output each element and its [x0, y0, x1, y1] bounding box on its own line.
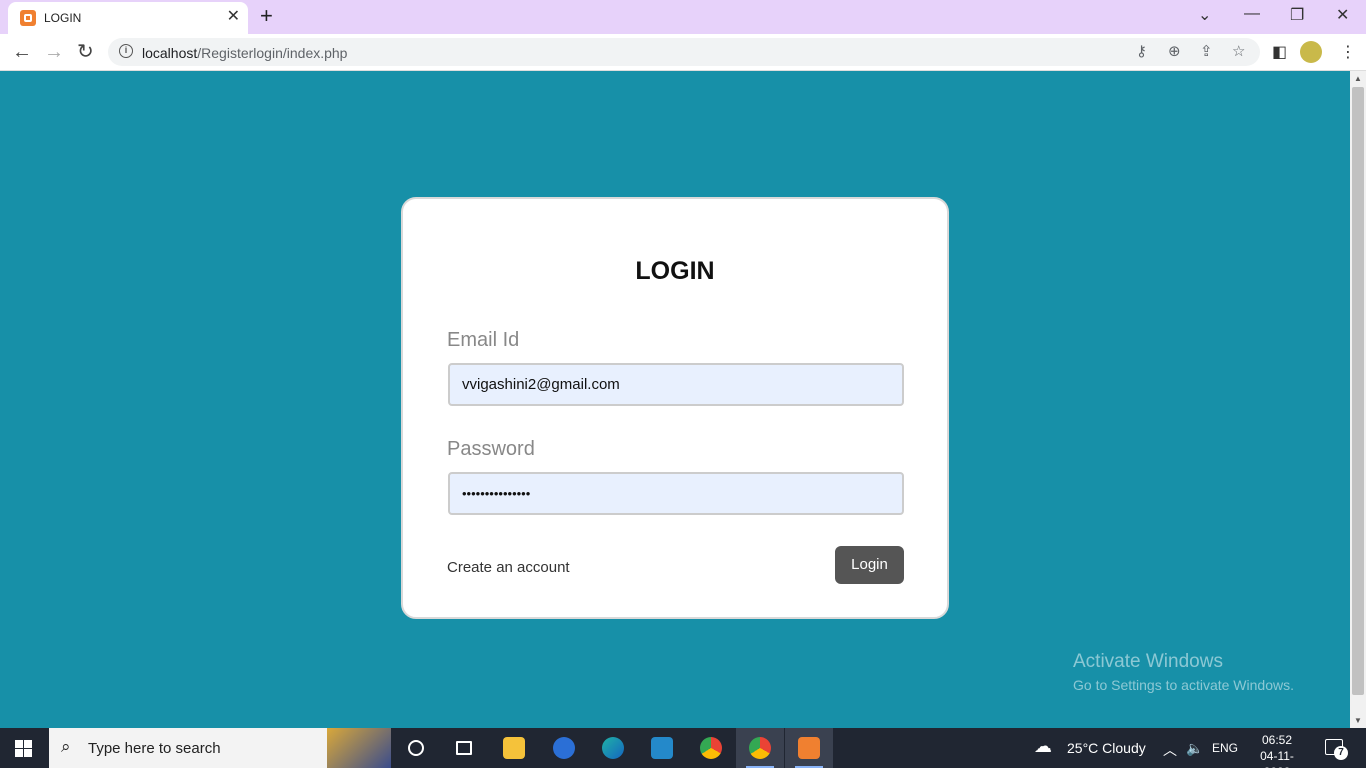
chevron-up-icon[interactable]: ︿: [1163, 740, 1177, 760]
windows-taskbar: ⌕ Type here to search ☁ 25°C Cloudy ︿ 🔈 …: [0, 728, 1366, 768]
watermark-title: Activate Windows: [1073, 651, 1223, 672]
app-icon-w[interactable]: [540, 728, 588, 768]
notification-badge: 7: [1334, 746, 1348, 760]
key-icon[interactable]: ⚷: [1136, 43, 1147, 61]
weather-text[interactable]: 25°C Cloudy: [1067, 740, 1146, 756]
clock[interactable]: 06:52 04-11-2022: [1248, 732, 1306, 768]
email-label: Email Id: [447, 329, 520, 351]
profile-avatar[interactable]: [1300, 41, 1322, 63]
chrome-icon[interactable]: [687, 728, 735, 768]
language-indicator[interactable]: ENG: [1212, 741, 1238, 755]
url-path: /Registerlogin/index.php: [197, 45, 348, 61]
watermark-subtitle: Go to Settings to activate Windows.: [1073, 677, 1294, 693]
xampp-favicon-icon: [20, 10, 36, 26]
share-icon[interactable]: ⇪: [1200, 43, 1213, 61]
password-field[interactable]: •••••••••••••••: [448, 472, 904, 515]
login-heading: LOGIN: [635, 257, 715, 285]
browser-tab[interactable]: LOGIN ✕: [8, 2, 248, 34]
minimize-button[interactable]: —: [1244, 5, 1260, 23]
page-scrollbar[interactable]: ▲ ▼: [1350, 71, 1366, 728]
chrome-profile-icon[interactable]: [736, 728, 784, 768]
search-highlight-image: [327, 728, 391, 768]
address-bar[interactable]: i localhost/Registerlogin/index.php ⚷ ⊕ …: [108, 38, 1260, 66]
site-info-icon[interactable]: i: [119, 44, 133, 58]
scroll-down-icon[interactable]: ▼: [1354, 716, 1362, 725]
restore-button[interactable]: ❐: [1290, 5, 1304, 25]
browser-tab-bar: LOGIN ✕ + ⌄ — ❐ ✕: [0, 0, 1366, 34]
tab-search-icon[interactable]: ⌄: [1198, 5, 1211, 25]
cortana-icon[interactable]: [392, 728, 440, 768]
url-host: localhost: [142, 45, 198, 61]
file-explorer-icon[interactable]: [490, 728, 538, 768]
speaker-icon[interactable]: 🔈: [1186, 740, 1203, 757]
login-card: LOGIN Email Id vvigashini2@gmail.com Pas…: [401, 197, 949, 619]
url-text[interactable]: localhost/Registerlogin/index.php: [142, 45, 347, 61]
email-field[interactable]: vvigashini2@gmail.com: [448, 363, 904, 406]
task-view-icon[interactable]: [440, 728, 488, 768]
search-placeholder: Type here to search: [88, 740, 221, 757]
edge-icon[interactable]: [589, 728, 637, 768]
tab-title: LOGIN: [44, 11, 82, 25]
forward-icon[interactable]: →: [44, 40, 64, 64]
taskbar-search-box[interactable]: ⌕ Type here to search: [49, 728, 391, 768]
reload-icon[interactable]: ↻: [77, 40, 94, 64]
scroll-thumb[interactable]: [1352, 87, 1364, 695]
windows-start-icon[interactable]: [15, 740, 32, 757]
side-panel-icon[interactable]: ◧: [1272, 42, 1287, 62]
close-tab-icon[interactable]: ✕: [227, 8, 240, 26]
scroll-up-icon[interactable]: ▲: [1354, 74, 1362, 83]
new-tab-button[interactable]: +: [260, 5, 273, 27]
notification-center-icon[interactable]: 7: [1325, 739, 1348, 760]
search-icon: ⌕: [61, 737, 71, 756]
menu-kebab-icon[interactable]: ⋮: [1340, 42, 1356, 62]
back-icon[interactable]: ←: [12, 40, 32, 64]
vscode-icon[interactable]: [638, 728, 686, 768]
clock-date: 04-11-2022: [1260, 749, 1294, 768]
close-window-button[interactable]: ✕: [1336, 5, 1349, 25]
activate-windows-watermark: Activate Windows Go to Settings to activ…: [1073, 651, 1294, 693]
login-button[interactable]: Login: [835, 546, 904, 584]
create-account-link[interactable]: Create an account: [447, 559, 570, 576]
browser-toolbar: ← → ↻ i localhost/Registerlogin/index.ph…: [0, 34, 1366, 71]
xampp-icon[interactable]: [785, 728, 833, 768]
cloud-icon[interactable]: ☁: [1034, 736, 1052, 757]
password-label: Password: [447, 438, 535, 460]
clock-time: 06:52: [1261, 733, 1293, 747]
page-viewport: LOGIN Email Id vvigashini2@gmail.com Pas…: [0, 71, 1350, 728]
bookmark-star-icon[interactable]: ☆: [1232, 43, 1245, 61]
zoom-icon[interactable]: ⊕: [1168, 43, 1181, 61]
